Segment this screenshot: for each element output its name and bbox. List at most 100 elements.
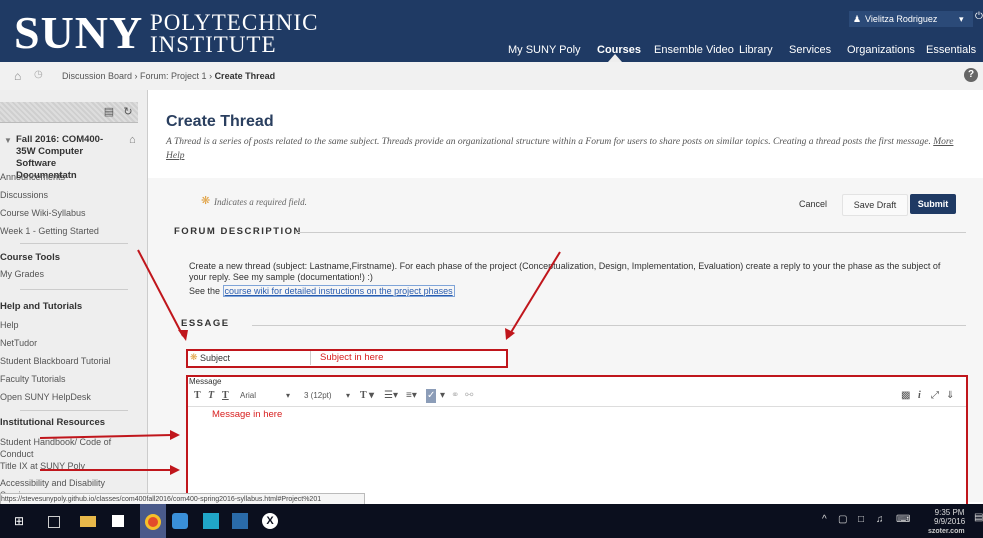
sidebar-item-course-wiki[interactable]: Course Wiki-Syllabus bbox=[0, 207, 86, 219]
text-format-icon[interactable]: T ▾ bbox=[360, 389, 374, 403]
clock[interactable]: 9:35 PM 9/9/2016 bbox=[934, 508, 965, 526]
message-heading: ESSAGE bbox=[181, 318, 230, 329]
date: 9/9/2016 bbox=[934, 517, 966, 526]
message-icon[interactable]: □ bbox=[858, 514, 864, 525]
message-editor[interactable]: Message T T T Arial ▾ 3 (12pt) ▾ T ▾ ☰▾ ≡▾… bbox=[186, 375, 968, 506]
photos-icon[interactable] bbox=[203, 513, 219, 529]
home-icon[interactable]: ⌂ bbox=[14, 69, 21, 83]
folder-icon[interactable]: ▤ bbox=[101, 105, 117, 119]
subject-field[interactable]: ❋ Subject Subject in here bbox=[186, 349, 508, 368]
sidebar-item-blackboard-tutorial[interactable]: Student Blackboard Tutorial bbox=[0, 355, 138, 367]
divider bbox=[20, 243, 128, 244]
forum-description-heading: FORUM DESCRIPTION bbox=[174, 226, 302, 237]
watermark: szoter.com bbox=[928, 528, 965, 535]
sidebar-item-my-grades[interactable]: My Grades bbox=[0, 268, 138, 280]
notifications-icon[interactable]: ▤ bbox=[974, 512, 983, 523]
subject-annotation: Subject in here bbox=[320, 352, 384, 363]
divider bbox=[20, 410, 128, 411]
subject-label: Subject bbox=[200, 353, 231, 363]
sidebar-item-help[interactable]: Help bbox=[0, 319, 138, 331]
divider bbox=[310, 351, 311, 365]
home-icon[interactable]: ⌂ bbox=[129, 134, 136, 146]
font-size-value: 3 (12pt) bbox=[304, 391, 332, 400]
save-draft-button[interactable]: Save Draft bbox=[842, 194, 908, 216]
volume-icon[interactable]: ♫ bbox=[876, 514, 884, 525]
chevron-down-icon: ▾ bbox=[959, 14, 964, 24]
divider bbox=[188, 406, 966, 407]
cancel-button[interactable]: Cancel bbox=[790, 194, 836, 214]
breadcrumb-discussion-board[interactable]: Discussion Board bbox=[62, 71, 132, 81]
sidebar-item-helpdesk[interactable]: Open SUNY HelpDesk bbox=[0, 391, 138, 403]
text-bold-icon[interactable]: T bbox=[194, 389, 201, 403]
divider bbox=[296, 232, 966, 233]
wiki-line: See the course wiki for detailed instruc… bbox=[189, 285, 455, 297]
font-size-select[interactable]: 3 (12pt) ▾ bbox=[304, 389, 354, 403]
required-note: Indicates a required field. bbox=[214, 197, 307, 207]
task-view-icon[interactable] bbox=[48, 516, 60, 528]
sidebar-item-faculty-tutorials[interactable]: Faculty Tutorials bbox=[0, 373, 138, 385]
chevron-down-icon: ▾ bbox=[286, 391, 291, 400]
windows-start-icon[interactable]: ⊞ bbox=[14, 513, 30, 529]
sidebar-toolbar: ▤ ↻ bbox=[0, 102, 138, 123]
site-header: SUNY POLYTECHNIC INSTITUTE My SUNY Poly … bbox=[0, 0, 983, 62]
nav-organizations[interactable]: Organizations bbox=[847, 40, 915, 60]
course-wiki-link[interactable]: course wiki for detailed instructions on… bbox=[222, 285, 455, 297]
main-content: Create Thread A Thread is a series of po… bbox=[148, 90, 983, 506]
power-icon[interactable]: ⏻ bbox=[975, 11, 983, 22]
sidebar-item-handbook[interactable]: Student Handbook/ Code of Conduct bbox=[0, 436, 116, 460]
spellcheck-icon[interactable]: ✓ bbox=[426, 389, 437, 403]
sidebar-item-discussions[interactable]: Discussions bbox=[0, 189, 48, 201]
description-text: A Thread is a series of posts related to… bbox=[166, 137, 931, 147]
help-icon[interactable]: ? bbox=[964, 68, 978, 82]
refresh-icon[interactable]: ↻ bbox=[120, 105, 136, 119]
submit-button[interactable]: Submit bbox=[910, 194, 956, 214]
text-italic-icon[interactable]: T bbox=[208, 389, 214, 403]
link-icon[interactable]: ⚭ bbox=[451, 389, 459, 403]
store-icon[interactable] bbox=[112, 515, 124, 527]
sidebar-item-nettudor[interactable]: NetTudor bbox=[0, 337, 138, 349]
nav-services[interactable]: Services bbox=[789, 40, 831, 60]
sidebar-item-title-ix[interactable]: Title IX at SUNY Poly bbox=[0, 460, 138, 472]
numbered-list-icon[interactable]: ≡▾ bbox=[406, 389, 417, 403]
clock-icon[interactable]: ◷ bbox=[34, 69, 43, 80]
app-icon[interactable] bbox=[232, 513, 248, 529]
font-family-select[interactable]: Arial ▾ bbox=[240, 389, 296, 403]
bullet-list-icon[interactable]: ☰▾ bbox=[384, 389, 398, 403]
logo-polytechnic[interactable]: POLYTECHNIC INSTITUTE bbox=[150, 10, 319, 56]
logo-suny[interactable]: SUNY bbox=[14, 8, 143, 58]
chevron-down-icon[interactable]: ▾ bbox=[440, 389, 445, 403]
windows-taskbar: ⊞ X ^ ▢ □ ♫ ⌨ 9:35 PM 9/9/2016 ▤ bbox=[0, 504, 983, 538]
unlink-icon[interactable]: ⚯ bbox=[465, 389, 473, 403]
chevron-up-icon[interactable]: ^ bbox=[822, 514, 827, 525]
user-icon: ♟ bbox=[853, 14, 862, 24]
required-asterisk-icon: ❋ bbox=[190, 352, 198, 362]
sidebar-item-week-1[interactable]: Week 1 - Getting Started bbox=[0, 225, 99, 237]
divider bbox=[252, 325, 966, 326]
breadcrumb-forum[interactable]: Forum: Project 1 bbox=[140, 71, 207, 81]
chrome-icon[interactable] bbox=[145, 514, 161, 530]
sidebar-item-announcements[interactable]: Announcements bbox=[0, 171, 65, 183]
active-nav-indicator bbox=[608, 54, 622, 62]
app-icon[interactable] bbox=[172, 513, 188, 529]
preview-icon[interactable]: ▩ bbox=[901, 389, 910, 403]
user-menu[interactable]: ♟ Vielitza Rodriguez ▾ bbox=[849, 11, 973, 27]
info-icon[interactable]: i bbox=[918, 389, 921, 403]
nav-my-suny-poly[interactable]: My SUNY Poly bbox=[508, 40, 581, 60]
collapse-arrow-icon[interactable]: ▼ bbox=[4, 136, 12, 145]
logo-line1: POLYTECHNIC bbox=[150, 10, 319, 35]
divider bbox=[20, 289, 128, 290]
text-underline-icon[interactable]: T bbox=[222, 389, 229, 403]
network-icon[interactable]: ▢ bbox=[838, 514, 847, 525]
fullscreen-icon[interactable]: ⤢ bbox=[931, 389, 939, 403]
nav-essentials[interactable]: Essentials bbox=[926, 40, 976, 60]
expand-icon[interactable]: ⇓ bbox=[946, 389, 954, 403]
message-label: Message bbox=[189, 377, 222, 386]
help-heading: Help and Tutorials bbox=[0, 301, 83, 312]
xbox-icon[interactable]: X bbox=[262, 513, 278, 529]
file-explorer-icon[interactable] bbox=[80, 516, 96, 527]
keyboard-icon[interactable]: ⌨ bbox=[896, 514, 910, 525]
breadcrumb-trail: Discussion Board › Forum: Project 1 › Cr… bbox=[62, 71, 276, 81]
nav-ensemble-video[interactable]: Ensemble Video bbox=[654, 40, 734, 60]
nav-library[interactable]: Library bbox=[739, 40, 773, 60]
editor-toolbar: T T T Arial ▾ 3 (12pt) ▾ T ▾ ☰▾ ≡▾ ✓ ▾ ⚭ ⚯… bbox=[188, 387, 966, 405]
